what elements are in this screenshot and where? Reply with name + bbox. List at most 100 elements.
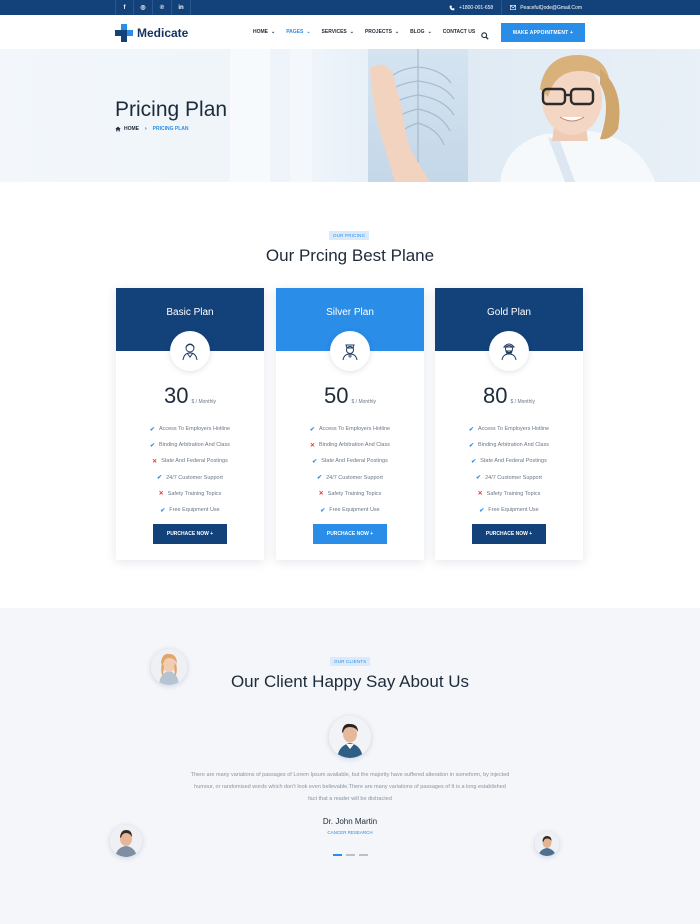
clients-tag: OUR CLIENTS (330, 657, 371, 666)
contact-info: +1800-001-658 PeacefulQode@Gmail.Com (441, 0, 590, 15)
breadcrumb-home[interactable]: HOME (124, 126, 139, 132)
surgeon-avatar-icon (501, 343, 517, 361)
check-icon: ✔ (479, 507, 485, 514)
check-icon: ✔ (150, 442, 156, 449)
carousel-dots (333, 854, 372, 856)
nav-item-label: SERVICES (321, 29, 347, 35)
feature-item: ✕ Binding Arbitration And Class (276, 437, 424, 453)
plan-price: 50 $ / Monthly (276, 385, 424, 407)
nav-item-blog[interactable]: BLOG ⌄ (410, 29, 432, 35)
feature-item: ✔ Binding Arbitration And Class (435, 437, 583, 453)
email-address: PeacefulQode@Gmail.Com (520, 4, 582, 11)
nav-item-contact-us[interactable]: CONTACT US (443, 29, 475, 35)
main-nav: HOME ⌄ PAGES ⌄ SERVICES ⌄ PROJECTS ⌄ BLOG ⌄ CONTAC… (253, 15, 486, 49)
plan-avatar (330, 331, 370, 371)
make-appointment-button[interactable]: MAKE APPOINTMENT + (501, 23, 585, 42)
price-period: $ / Monthly (191, 399, 216, 405)
check-icon: ✔ (157, 475, 163, 482)
feature-text: Access To Employers Hotline (318, 426, 391, 433)
medical-cross-icon (115, 24, 133, 42)
cross-icon: ✕ (152, 458, 158, 465)
email-contact[interactable]: PeacefulQode@Gmail.Com (501, 0, 590, 15)
check-icon: ✔ (317, 475, 323, 482)
feature-item: ✔ Access To Employers Hotline (276, 421, 424, 437)
linkedin-icon[interactable]: in (172, 0, 191, 15)
feature-text: 24/7 Customer Support (485, 474, 542, 481)
price-period: $ / Monthly (351, 399, 376, 405)
doctor-with-xray-image (230, 49, 655, 182)
feature-item: ✔ 24/7 Customer Support (276, 470, 424, 486)
nav-item-services[interactable]: SERVICES ⌄ (322, 29, 354, 35)
feature-item: ✔ Free Equipment Use (276, 502, 424, 518)
feature-item: ✔ 24/7 Customer Support (435, 470, 583, 486)
check-icon: ✔ (471, 458, 477, 465)
clients-title: Our Client Happy Say About Us (230, 672, 470, 691)
phone-number: +1800-001-658 (459, 4, 494, 11)
page-title: Pricing Plan (115, 98, 228, 121)
chevron-down-icon: ⌄ (306, 29, 311, 35)
pinterest-icon[interactable]: ℗ (153, 0, 172, 15)
client-avatar-woman[interactable] (151, 649, 187, 685)
client-avatar-main[interactable] (329, 716, 371, 758)
page-banner: Pricing Plan HOME › PRICING PLAN (0, 49, 700, 182)
check-icon: ✔ (149, 426, 155, 433)
carousel-dot[interactable] (346, 854, 355, 856)
brand-name: Medicate (137, 26, 189, 40)
feature-text: Binding Arbitration And Class (319, 442, 390, 449)
feature-text: Safety Training Topics (486, 490, 541, 497)
carousel-dot[interactable] (333, 854, 342, 856)
feature-text: Safety Training Topics (327, 490, 382, 497)
feature-text: 24/7 Customer Support (326, 474, 383, 481)
cross-icon: ✕ (310, 442, 316, 449)
plan-price: 30 $ / Monthly (116, 385, 264, 407)
price-value: 30 (164, 383, 189, 408)
site-header: Medicate HOME ⌄ PAGES ⌄ SERVICES ⌄ PROJECTS ⌄ BL… (0, 15, 700, 49)
mail-icon (510, 5, 517, 10)
price-value: 50 (324, 383, 349, 408)
nav-item-projects[interactable]: PROJECTS ⌄ (365, 29, 399, 35)
feature-text: Access To Employers Hotline (477, 426, 550, 433)
check-icon: ✔ (469, 442, 475, 449)
pricing-tag: OUR PRICING (329, 231, 370, 240)
purchase-now-button[interactable]: PURCHACE NOW + (313, 524, 387, 544)
feature-list: ✔ Access To Employers Hotline ✔ Binding Arb… (116, 421, 264, 518)
chevron-right-icon: › (145, 126, 147, 132)
phone-contact[interactable]: +1800-001-658 (441, 0, 501, 15)
price-period: $ / Monthly (510, 399, 535, 405)
check-icon: ✔ (309, 426, 315, 433)
testimonial-author: Dr. John Martin (322, 817, 378, 826)
nav-item-home[interactable]: HOME ⌄ (253, 29, 275, 35)
feature-text: Safety Training Topics (167, 490, 222, 497)
cross-icon: ✕ (477, 491, 483, 498)
plan-name: Silver Plan (326, 307, 374, 318)
feature-item: ✔ Binding Arbitration And Class (116, 437, 264, 453)
feature-item: ✔ 24/7 Customer Support (116, 470, 264, 486)
search-button[interactable] (481, 27, 489, 45)
client-avatar-man-right[interactable] (535, 832, 559, 856)
carousel-dot[interactable] (359, 854, 368, 856)
feature-text: Free Equipment Use (169, 507, 220, 514)
chevron-down-icon: ⌄ (349, 29, 354, 35)
feature-item: ✔ State And Federal Postings (276, 453, 424, 469)
feature-text: State And Federal Postings (321, 458, 388, 465)
feature-text: Free Equipment Use (329, 507, 380, 514)
feature-text: State And Federal Postings (161, 458, 228, 465)
pricing-card: Basic Plan 30 $ / Monthly ✔ Access To Employ… (116, 288, 264, 560)
purchase-now-button[interactable]: PURCHACE NOW + (153, 524, 227, 544)
check-icon: ✔ (312, 458, 318, 465)
nav-item-pages[interactable]: PAGES ⌄ (286, 29, 310, 35)
check-icon: ✔ (476, 475, 482, 482)
instagram-icon[interactable]: ◎ (134, 0, 153, 15)
plan-name: Basic Plan (166, 307, 214, 318)
facebook-icon[interactable]: f (115, 0, 134, 15)
feature-item: ✕ State And Federal Postings (116, 453, 264, 469)
nav-item-label: BLOG (410, 29, 425, 35)
purchase-now-button[interactable]: PURCHACE NOW + (472, 524, 546, 544)
brand-logo[interactable]: Medicate (115, 24, 188, 42)
home-icon (115, 126, 121, 132)
phone-icon (449, 5, 455, 10)
feature-list: ✔ Access To Employers Hotline ✕ Binding Arb… (276, 421, 424, 518)
plan-name: Gold Plan (487, 307, 531, 318)
feature-text: Access To Employers Hotline (158, 426, 231, 433)
testimonial-role: CANCER RESEARCH (327, 830, 373, 835)
